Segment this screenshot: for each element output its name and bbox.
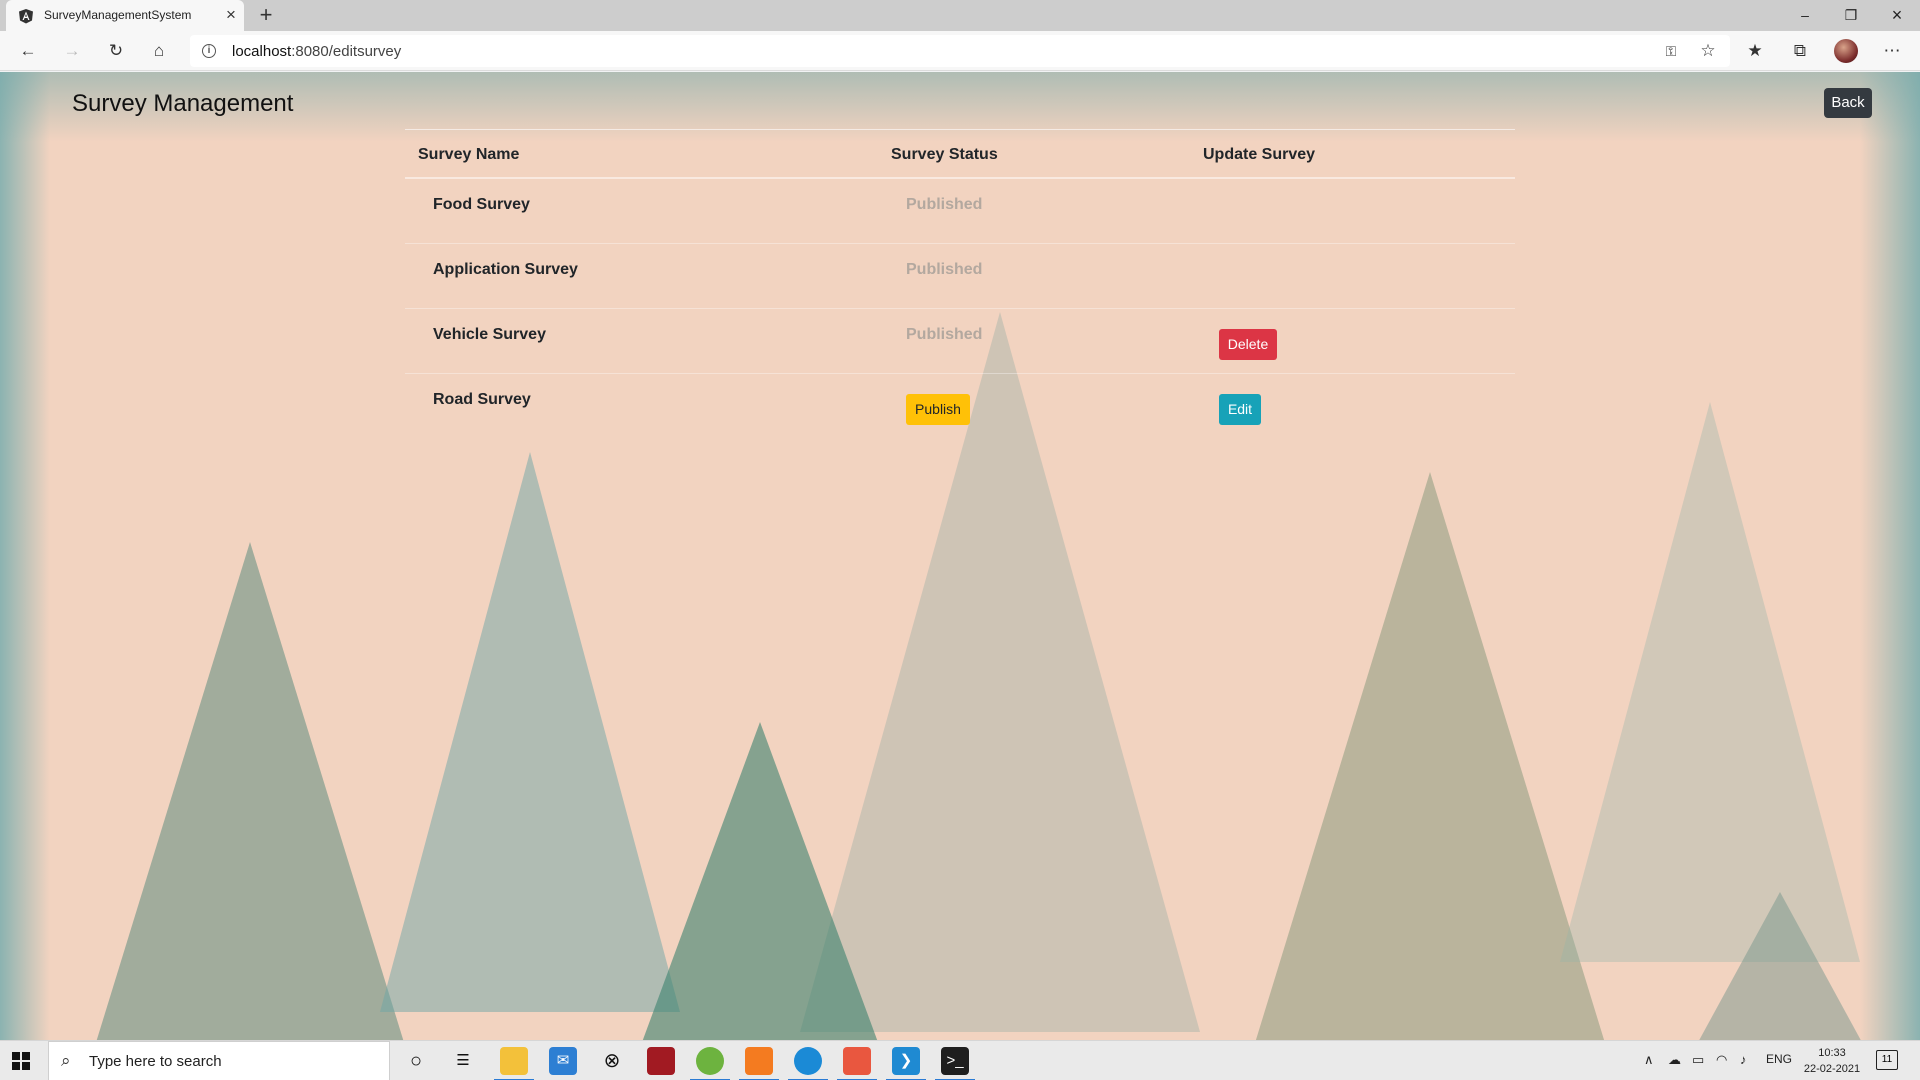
background-tree <box>1660 892 1900 1040</box>
file-explorer-icon[interactable] <box>494 1047 534 1080</box>
app-red-icon[interactable] <box>647 1047 675 1075</box>
info-icon[interactable]: i <box>202 44 216 58</box>
forward-icon[interactable]: → <box>60 39 84 63</box>
battery-icon[interactable]: ▭ <box>1692 1052 1704 1068</box>
tab-title: SurveyManagementSystem <box>44 8 192 22</box>
background-tree <box>90 542 410 1040</box>
edit-button[interactable]: Edit <box>1219 394 1261 425</box>
survey-name: Application Survey <box>433 261 578 278</box>
url-text[interactable]: localhost:8080/editsurvey <box>232 43 401 60</box>
profile-avatar[interactable] <box>1834 39 1858 63</box>
angular-favicon <box>19 9 33 24</box>
survey-name: Road Survey <box>433 391 531 408</box>
task-view-icon[interactable]: ☰ <box>449 1047 477 1075</box>
table-header: Survey Name Survey Status Update Survey <box>405 129 1515 179</box>
header-survey-status: Survey Status <box>891 146 998 163</box>
app-orange-icon[interactable] <box>837 1047 877 1080</box>
xbox-icon[interactable]: ⊗ <box>598 1047 626 1075</box>
key-icon[interactable]: ⚿ <box>1659 39 1683 63</box>
back-button[interactable]: Back <box>1824 88 1872 118</box>
more-icon[interactable]: ⋯ <box>1880 39 1904 63</box>
search-placeholder: Type here to search <box>89 1053 222 1070</box>
cortana-icon[interactable]: ○ <box>402 1047 430 1075</box>
table-row: Vehicle Survey Published Delete <box>405 309 1515 374</box>
header-survey-name: Survey Name <box>418 146 520 163</box>
taskbar: ⌕ Type here to search ○ ☰ ✉ ⊗ ❯ >_ ∧ ☁ ▭… <box>0 1040 1920 1080</box>
publish-button[interactable]: Publish <box>906 394 970 425</box>
browser-toolbar: ← → ↻ ⌂ i localhost:8080/editsurvey ⚿ ☆ … <box>0 31 1920 71</box>
table-row: Road Survey Publish Edit <box>405 374 1515 439</box>
system-clock[interactable]: 10:33 22-02-2021 <box>1800 1045 1864 1077</box>
new-tab-icon[interactable]: + <box>254 3 278 27</box>
home-icon[interactable]: ⌂ <box>147 39 171 63</box>
onedrive-icon[interactable]: ☁ <box>1668 1052 1681 1068</box>
browser-tab[interactable]: SurveyManagementSystem × <box>6 0 244 31</box>
wifi-icon[interactable]: ◠ <box>1716 1052 1727 1068</box>
table-row: Application Survey Published <box>405 244 1515 309</box>
survey-status: Published <box>906 196 983 213</box>
language-indicator[interactable]: ENG <box>1766 1052 1792 1066</box>
minimize-icon[interactable]: – <box>1782 0 1828 31</box>
add-favorite-icon[interactable]: ☆ <box>1696 39 1720 63</box>
delete-button[interactable]: Delete <box>1219 329 1277 360</box>
collections-icon[interactable]: ⧉ <box>1788 39 1812 63</box>
survey-status: Published <box>906 261 983 278</box>
close-icon[interactable]: × <box>222 4 240 26</box>
survey-name: Food Survey <box>433 196 530 213</box>
search-icon: ⌕ <box>61 1051 71 1070</box>
header-update-survey: Update Survey <box>1203 146 1316 163</box>
vscode-icon[interactable]: ❯ <box>886 1047 926 1080</box>
taskbar-search-input[interactable]: ⌕ Type here to search <box>48 1041 390 1080</box>
refresh-icon[interactable]: ↻ <box>104 39 128 63</box>
windows-start-icon[interactable] <box>12 1052 30 1070</box>
browser-tabstrip: SurveyManagementSystem × + – ❐ × <box>0 0 1920 31</box>
restore-icon[interactable]: ❐ <box>1828 0 1874 31</box>
background-tree <box>1560 402 1860 962</box>
background-tree <box>620 722 900 1040</box>
chevron-up-icon[interactable]: ∧ <box>1644 1052 1654 1068</box>
spring-tool-icon[interactable] <box>690 1047 730 1080</box>
survey-status: Published <box>906 326 983 343</box>
terminal-icon[interactable]: >_ <box>935 1047 975 1080</box>
notification-icon[interactable]: 11 <box>1876 1050 1898 1070</box>
favorites-icon[interactable]: ★ <box>1743 39 1767 63</box>
clock-date: 22-02-2021 <box>1803 1063 1861 1075</box>
page-title: Survey Management <box>72 90 294 117</box>
xampp-icon[interactable] <box>739 1047 779 1080</box>
survey-name: Vehicle Survey <box>433 326 546 343</box>
survey-table: Survey Name Survey Status Update Survey … <box>405 129 1515 439</box>
clock-time: 10:33 <box>1818 1047 1846 1059</box>
back-icon[interactable]: ← <box>16 39 40 63</box>
edge-icon[interactable] <box>788 1047 828 1080</box>
page-viewport: Survey Management Back Survey Name Surve… <box>0 72 1920 1040</box>
table-row: Food Survey Published <box>405 179 1515 244</box>
volume-icon[interactable]: ♪ <box>1740 1052 1747 1067</box>
close-window-icon[interactable]: × <box>1874 0 1920 31</box>
mail-icon[interactable]: ✉ <box>549 1047 577 1075</box>
address-bar[interactable]: i localhost:8080/editsurvey <box>190 35 1730 67</box>
